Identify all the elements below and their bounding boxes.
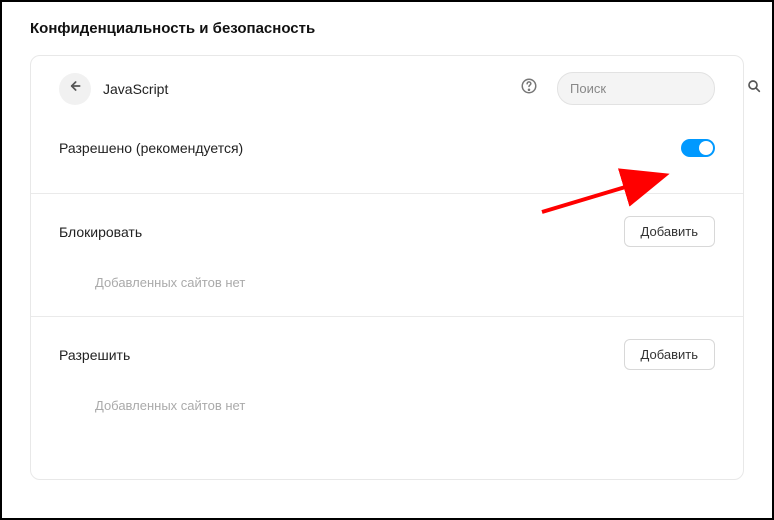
search-input[interactable] [570, 81, 746, 96]
search-box[interactable] [557, 72, 715, 105]
block-section-title: Блокировать [59, 224, 142, 240]
divider [31, 193, 743, 194]
allow-add-button[interactable]: Добавить [624, 339, 715, 370]
page-heading: Конфиденциальность и безопасность [30, 20, 744, 37]
block-empty-text: Добавленных сайтов нет [59, 275, 715, 290]
javascript-toggle[interactable] [681, 139, 715, 157]
javascript-toggle-row: Разрешено (рекомендуется) [59, 139, 715, 157]
header-row: JavaScript [59, 72, 715, 105]
block-add-button[interactable]: Добавить [624, 216, 715, 247]
allow-empty-text: Добавленных сайтов нет [59, 398, 715, 413]
divider [31, 316, 743, 317]
toggle-knob [699, 141, 713, 155]
allow-section: Разрешить Добавить Добавленных сайтов не… [59, 339, 715, 413]
block-section: Блокировать Добавить Добавленных сайтов … [59, 216, 715, 290]
settings-panel: JavaScript [30, 55, 744, 480]
help-button[interactable] [519, 79, 539, 99]
allow-section-title: Разрешить [59, 347, 130, 363]
arrow-left-icon [67, 78, 83, 99]
toggle-label: Разрешено (рекомендуется) [59, 140, 243, 156]
page-title: JavaScript [103, 81, 507, 97]
back-button[interactable] [59, 73, 91, 105]
search-icon [746, 78, 762, 99]
help-icon [520, 77, 538, 100]
